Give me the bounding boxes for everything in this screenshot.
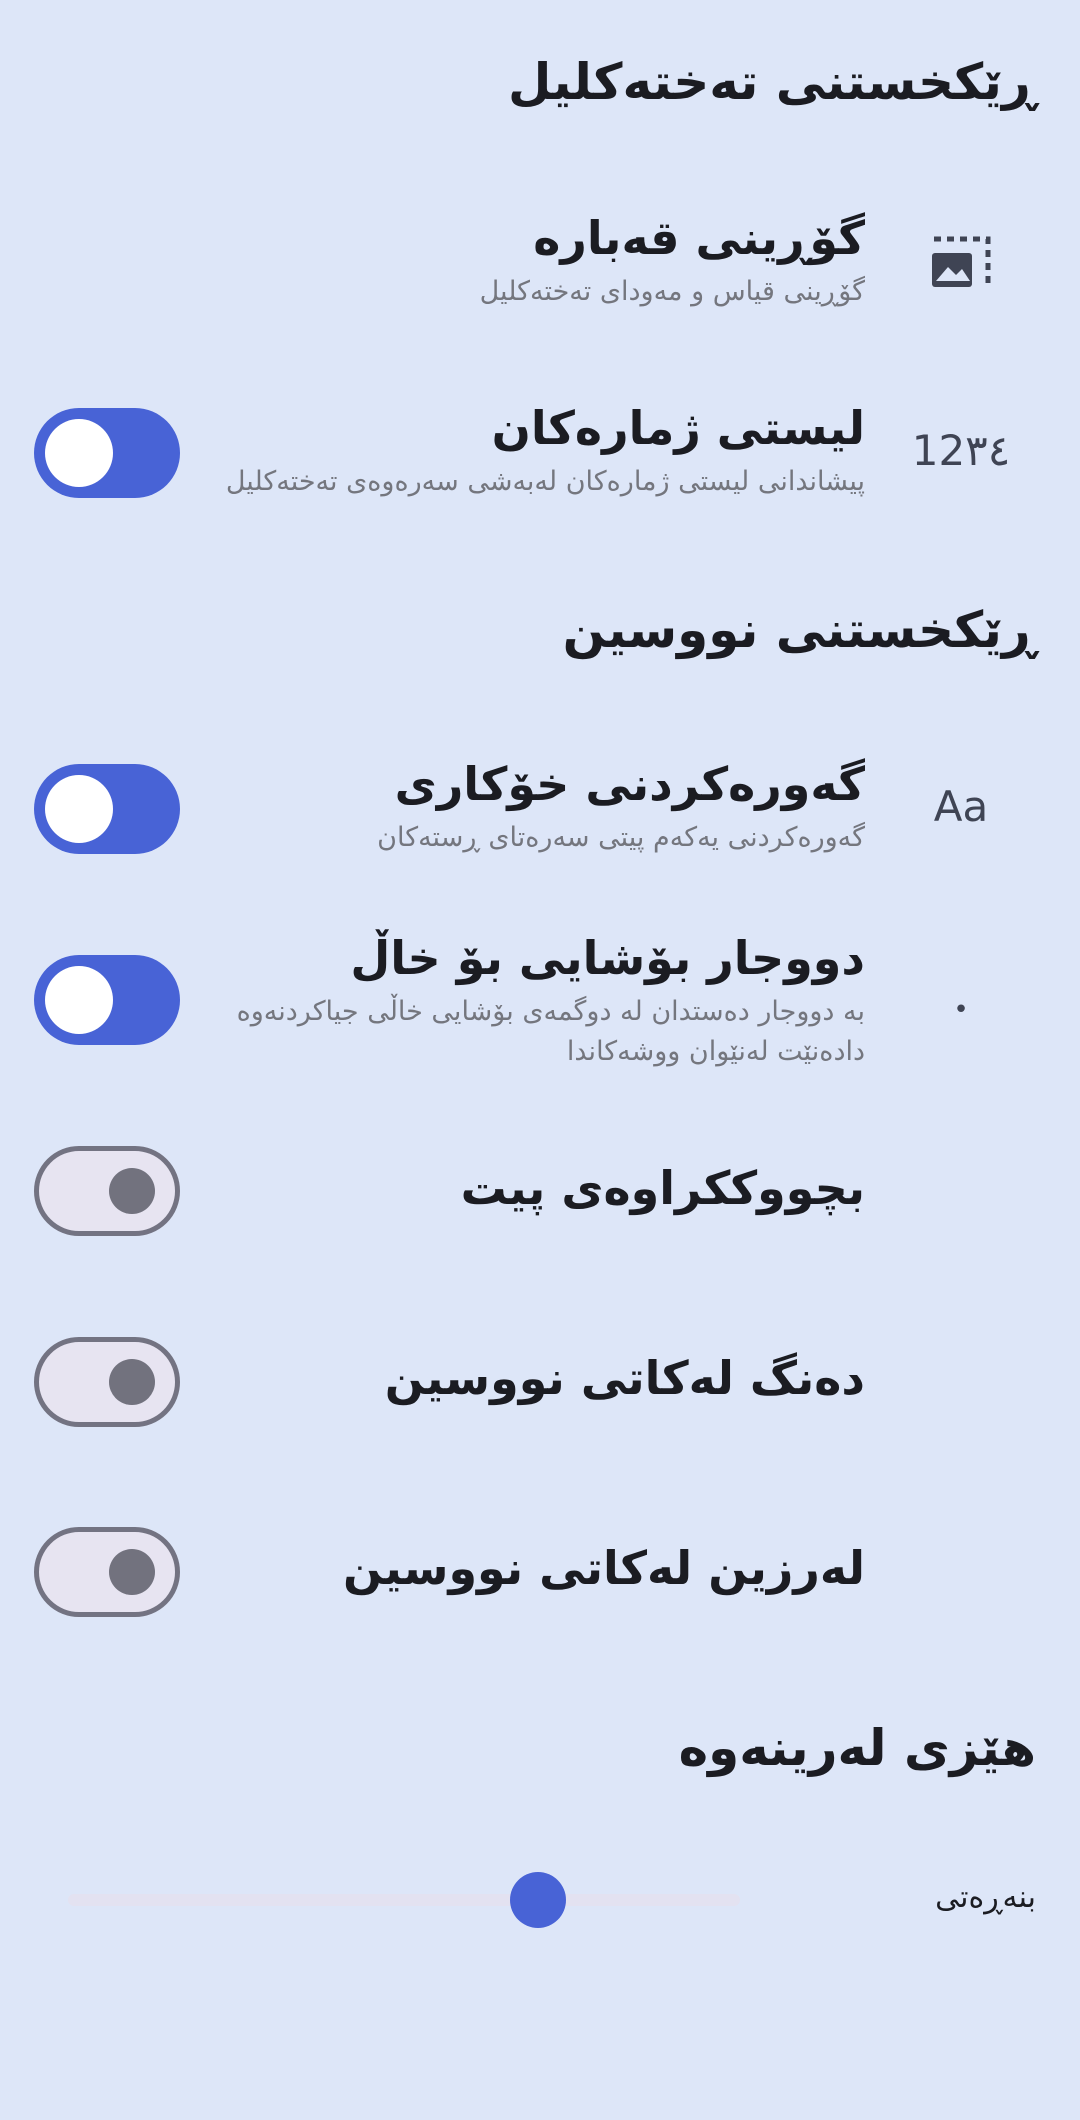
toggle-knob bbox=[109, 1359, 155, 1405]
toggle-knob bbox=[45, 966, 113, 1034]
auto-capitalize-text: گەورەکردنی خۆکاری گەورەکردنی یەکەم پیتی … bbox=[377, 756, 865, 858]
number-row-subtitle: پیشاندانی لیستی ژمارەکان لەبەشی سەرەوەی … bbox=[225, 465, 865, 497]
resize-image-icon bbox=[886, 228, 1036, 298]
key-popup-toggle[interactable] bbox=[34, 1146, 180, 1236]
typing-sound-title: دەنگ لەکاتی نووسین bbox=[384, 1351, 865, 1405]
toggle-knob bbox=[109, 1168, 155, 1214]
toggle-knob bbox=[45, 419, 113, 487]
capitalize-icon: Aa bbox=[933, 781, 989, 831]
number-row-text: لیستی ژمارەکان پیشاندانی لیستی ژمارەکان … bbox=[226, 400, 865, 502]
double-space-period-text: دووجار بۆشایی بۆ خاڵ بە دووجار دەستدان ل… bbox=[165, 930, 865, 1072]
section-title-writing-settings: ڕێکخستنی نووسین bbox=[562, 601, 1036, 659]
auto-capitalize-toggle[interactable] bbox=[34, 764, 180, 854]
key-popup-title: بچووککراوەی پیت bbox=[460, 1161, 865, 1215]
double-space-period-title: دووجار بۆشایی بۆ خاڵ bbox=[350, 931, 865, 985]
number-row-title: لیستی ژمارەکان bbox=[491, 401, 865, 455]
number-row-icon: 12٣٤ bbox=[911, 425, 1011, 475]
vibration-strength-slider-track[interactable] bbox=[68, 1894, 740, 1906]
section-title-keyboard-settings: ڕێکخستنی تەختەکلیل bbox=[507, 53, 1036, 111]
resize-keyboard-title: گۆڕینی قەبارە bbox=[533, 211, 865, 265]
typing-vibration-title: لەرزین لەکاتی نووسین bbox=[343, 1541, 865, 1595]
resize-keyboard-subtitle: گۆڕینی قیاس و مەودای تەختەکلیل bbox=[479, 275, 865, 307]
toggle-knob bbox=[109, 1549, 155, 1595]
dot-icon: • bbox=[953, 995, 969, 1025]
auto-capitalize-title: گەورەکردنی خۆکاری bbox=[394, 757, 865, 811]
typing-vibration-toggle[interactable] bbox=[34, 1527, 180, 1617]
auto-capitalize-subtitle: گەورەکردنی یەکەم پیتی سەرەتای ڕستەکان bbox=[377, 821, 865, 853]
typing-vibration-text: لەرزین لەکاتی نووسین bbox=[343, 1540, 865, 1598]
double-space-period-subtitle: بە دووجار دەستدان لە دوگمەی بۆشایی خاڵی … bbox=[236, 995, 865, 1067]
typing-sound-text: دەنگ لەکاتی نووسین bbox=[385, 1350, 865, 1408]
section-title-vibration-strength: هێزی لەرینەوە bbox=[678, 1719, 1036, 1777]
resize-keyboard-text: گۆڕینی قەبارە گۆڕینی قیاس و مەودای تەختە… bbox=[480, 210, 865, 312]
number-row-toggle[interactable] bbox=[34, 408, 180, 498]
key-popup-text: بچووککراوەی پیت bbox=[461, 1160, 865, 1218]
toggle-knob bbox=[45, 775, 113, 843]
double-space-period-toggle[interactable] bbox=[34, 955, 180, 1045]
typing-sound-toggle[interactable] bbox=[34, 1337, 180, 1427]
vibration-strength-slider-thumb[interactable] bbox=[510, 1872, 567, 1928]
vibration-strength-value-label: بنەڕەتی bbox=[935, 1880, 1036, 1915]
